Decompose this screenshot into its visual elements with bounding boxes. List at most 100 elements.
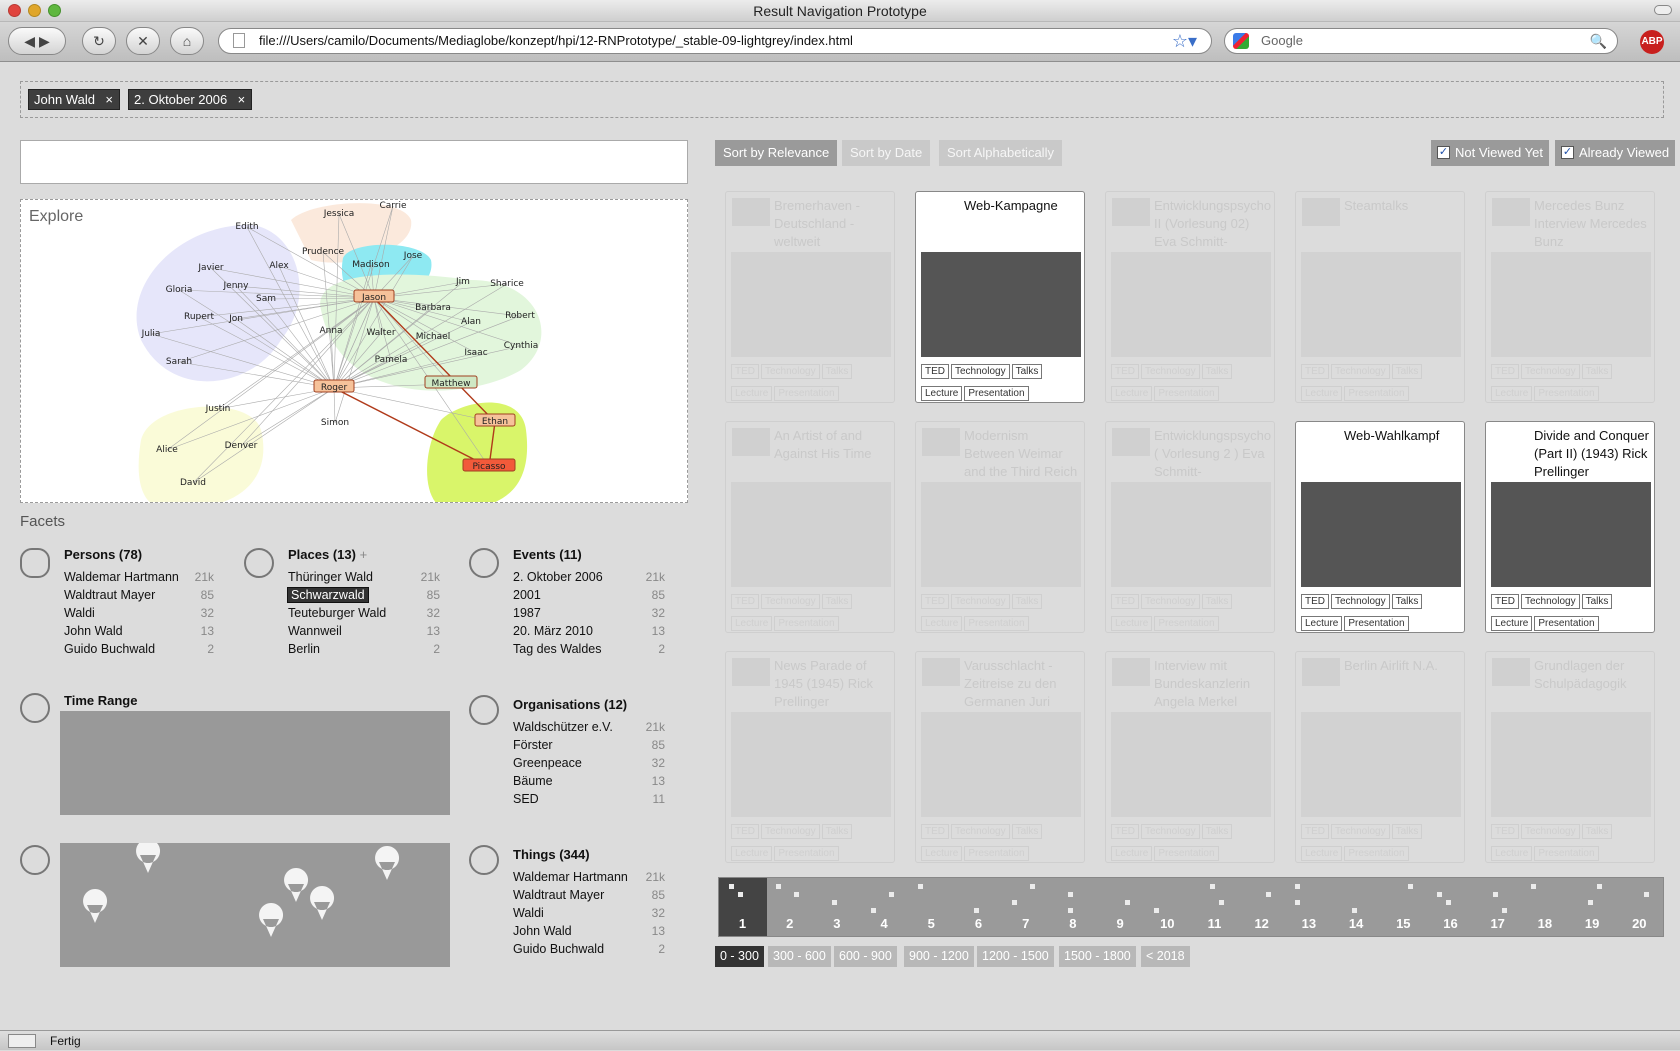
tag[interactable]: TED — [731, 594, 759, 609]
tag[interactable]: Technology — [951, 594, 1010, 609]
tag[interactable]: Technology — [1521, 594, 1580, 609]
facet-item[interactable]: Förster 85 — [513, 736, 665, 754]
tag[interactable]: Lecture — [1491, 846, 1533, 861]
tag[interactable]: TED — [1111, 594, 1139, 609]
range-button[interactable]: 900 - 1200 — [904, 946, 974, 967]
tag[interactable]: Lecture — [1491, 386, 1533, 401]
result-card[interactable]: Bremerhaven - Deutschland - weltweit TED T… — [725, 191, 895, 403]
tag[interactable]: TED — [1111, 824, 1139, 839]
tag[interactable]: Presentation — [774, 616, 839, 631]
tag[interactable]: Talks — [1581, 364, 1613, 379]
graph-node[interactable]: Jim — [455, 277, 470, 287]
tag[interactable]: TED — [921, 364, 949, 379]
video-thumbnail[interactable] — [1491, 482, 1651, 587]
graph-node[interactable]: Madison — [352, 260, 389, 270]
page-number[interactable]: 3 — [813, 916, 860, 931]
tag[interactable]: TED — [1491, 364, 1519, 379]
result-title[interactable]: Grundlagen der Schulpädagogik — [1534, 657, 1652, 713]
result-card[interactable]: Grundlagen der Schulpädagogik TED Technolo… — [1485, 651, 1655, 863]
tag[interactable]: Technology — [1141, 824, 1200, 839]
facet-item[interactable]: 20. März 2010 13 — [513, 622, 665, 640]
tag[interactable]: Lecture — [731, 846, 773, 861]
facet-item[interactable]: Waldi 32 — [64, 604, 214, 622]
tag[interactable]: TED — [921, 594, 949, 609]
range-button[interactable]: 1200 - 1500 — [977, 946, 1054, 967]
forward-icon[interactable]: ▶ — [39, 33, 50, 49]
result-card[interactable]: Web-Kampagne TED Technology Talks Lecture Pre… — [915, 191, 1085, 403]
tag[interactable]: TED — [1301, 364, 1329, 379]
tag[interactable]: Lecture — [1111, 386, 1153, 401]
tag[interactable]: TED — [1111, 364, 1139, 379]
video-thumbnail[interactable] — [1491, 252, 1651, 357]
toolbar-toggle-button[interactable] — [1654, 5, 1672, 15]
facet-item[interactable]: Waldtraut Mayer 85 — [513, 886, 665, 904]
page-number[interactable]: 13 — [1285, 916, 1332, 931]
result-title[interactable]: Varusschlacht - Zeitreise zu den Germane… — [964, 657, 1082, 713]
tag[interactable]: Technology — [1141, 364, 1200, 379]
video-thumbnail[interactable] — [1111, 712, 1271, 817]
video-thumbnail[interactable] — [1301, 252, 1461, 357]
explore-graph-panel[interactable]: Explore Jessica Carrie Edith Prudence Jose Ma… — [20, 199, 688, 503]
range-button[interactable]: < 2018 — [1141, 946, 1190, 967]
facet-item[interactable]: Berlin 2 — [288, 640, 440, 658]
graph-node[interactable]: Picasso — [472, 462, 506, 472]
graph-node[interactable]: Pamela — [375, 355, 408, 365]
tag[interactable]: Presentation — [774, 846, 839, 861]
graph-node[interactable]: Matthew — [432, 379, 471, 389]
tag[interactable]: Talks — [1201, 824, 1233, 839]
facet-item[interactable]: John Wald 13 — [513, 922, 665, 940]
graph-node[interactable]: Sam — [256, 294, 276, 304]
range-button[interactable]: 1500 - 1800 — [1059, 946, 1136, 967]
graph-node[interactable]: Barbara — [415, 303, 451, 313]
facet-item[interactable]: Tag des Waldes 2 — [513, 640, 665, 658]
video-thumbnail[interactable] — [1301, 482, 1461, 587]
result-title[interactable]: An Artist of and Against His Time — [774, 427, 892, 483]
facet-item[interactable]: Waldemar Hartmann 21k — [64, 568, 214, 586]
tag[interactable]: Lecture — [921, 616, 963, 631]
graph-node[interactable]: Robert — [505, 311, 535, 321]
graph-node[interactable]: Julia — [141, 329, 161, 339]
video-thumbnail[interactable] — [731, 252, 891, 357]
tag[interactable]: Presentation — [1344, 386, 1409, 401]
tag[interactable]: Lecture — [1111, 616, 1153, 631]
checkbox-checked-icon[interactable]: ✓ — [1561, 146, 1574, 159]
tag[interactable]: Lecture — [1301, 386, 1343, 401]
tag[interactable]: Talks — [1201, 594, 1233, 609]
result-title[interactable]: Bremerhaven - Deutschland - weltweit — [774, 197, 892, 253]
page-number[interactable]: 20 — [1616, 916, 1663, 931]
google-icon[interactable] — [1233, 33, 1249, 49]
tag[interactable]: Talks — [821, 594, 853, 609]
facet-item[interactable]: Guido Buchwald 2 — [64, 640, 214, 658]
tag[interactable]: Technology — [1331, 594, 1390, 609]
tag[interactable]: Presentation — [964, 846, 1029, 861]
checkbox-checked-icon[interactable]: ✓ — [1437, 146, 1450, 159]
tag[interactable]: Technology — [1331, 824, 1390, 839]
video-thumbnail[interactable] — [921, 712, 1081, 817]
tag[interactable]: Presentation — [1344, 846, 1409, 861]
page-number[interactable]: 7 — [1002, 916, 1049, 931]
graph-node[interactable]: Prudence — [302, 247, 345, 257]
page-number[interactable]: 11 — [1191, 916, 1238, 931]
graph-node[interactable]: Isaac — [464, 348, 487, 358]
page-number[interactable]: 14 — [1333, 916, 1380, 931]
graph-node[interactable]: Justin — [205, 404, 231, 414]
graph-node[interactable]: Jose — [403, 251, 423, 261]
minimize-window-button[interactable] — [28, 4, 41, 17]
result-card[interactable]: News Parade of 1945 (1945) Rick Prelling… — [725, 651, 895, 863]
page-number[interactable]: 17 — [1474, 916, 1521, 931]
page-number[interactable]: 12 — [1238, 916, 1285, 931]
tag[interactable]: Presentation — [774, 386, 839, 401]
graph-node[interactable]: Alan — [461, 317, 481, 327]
tag[interactable]: Talks — [1011, 824, 1043, 839]
tag[interactable]: Talks — [1391, 594, 1423, 609]
tag[interactable]: Talks — [1011, 594, 1043, 609]
graph-node[interactable]: Sarah — [166, 357, 192, 367]
result-title[interactable]: News Parade of 1945 (1945) Rick Prelling… — [774, 657, 892, 713]
video-thumbnail[interactable] — [921, 482, 1081, 587]
tag[interactable]: TED — [1301, 824, 1329, 839]
graph-node[interactable]: Edith — [235, 222, 258, 232]
facet-item[interactable]: SED 11 — [513, 790, 665, 808]
sort-relevance-button[interactable]: Sort by Relevance — [715, 140, 838, 166]
page-timeline[interactable]: 1 2 3 4 5 6 7 8 9 10 11 12 13 14 15 16 17 18 19 20 — [718, 877, 1664, 937]
tag[interactable]: Talks — [1391, 824, 1423, 839]
